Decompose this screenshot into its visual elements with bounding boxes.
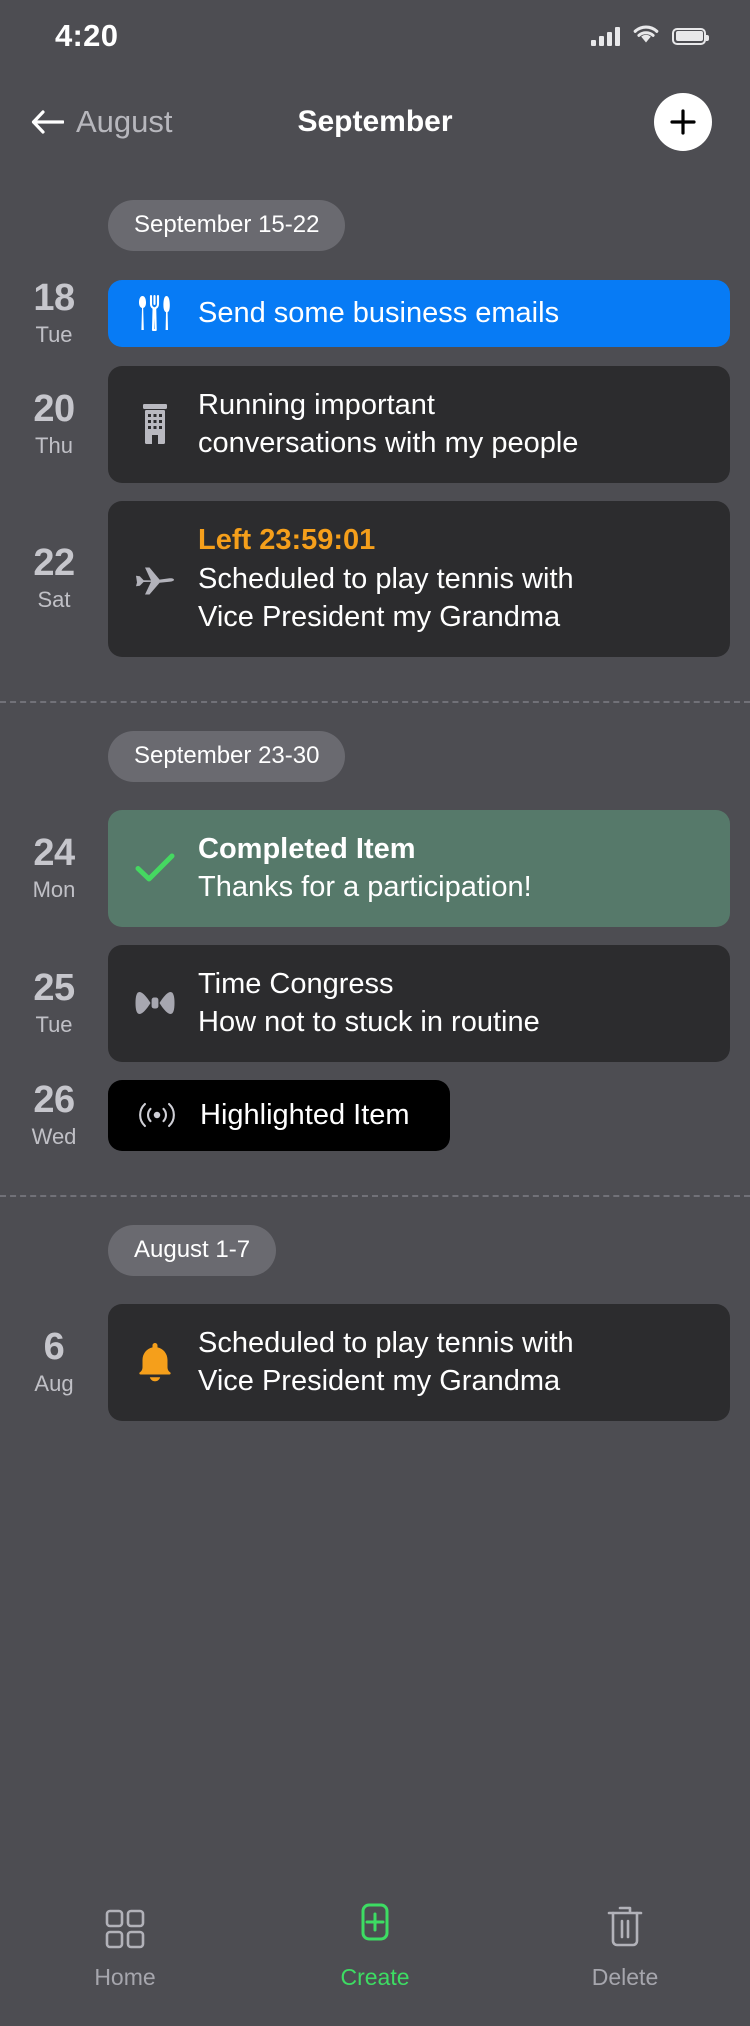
status-bar-time: 4:20 <box>55 18 119 53</box>
event-text: Completed Item Thanks for a participatio… <box>198 830 706 907</box>
agenda-section: September 23-30 24 Mon Completed Item Th <box>0 703 750 1197</box>
tab-delete[interactable]: Delete <box>535 1906 715 1991</box>
cutlery-icon <box>134 294 176 332</box>
cellular-signal-icon <box>591 26 620 46</box>
event-weekday: Tue <box>35 321 73 347</box>
event-day-number: 25 <box>33 966 75 1009</box>
add-event-button[interactable] <box>654 93 712 151</box>
app-header: August September <box>0 72 750 172</box>
bell-icon <box>134 1341 176 1383</box>
tab-create[interactable]: Create <box>285 1903 465 1991</box>
event-day-number: 24 <box>33 831 75 874</box>
tab-label: Delete <box>591 1964 659 1990</box>
office-building-icon <box>134 402 176 446</box>
event-text: Running important conversations with my … <box>198 386 706 463</box>
event-text: Send some business emails <box>198 294 706 333</box>
event-date: 18 Tue <box>0 277 108 348</box>
date-range-chip[interactable]: September 15-22 <box>108 200 346 251</box>
event-card[interactable]: Scheduled to play tennis with Vice Presi… <box>108 1303 730 1421</box>
event-line: Scheduled to play tennis with <box>198 1326 574 1359</box>
status-bar-icons <box>591 23 709 49</box>
event-line: Send some business emails <box>198 297 560 330</box>
event-day-number: 22 <box>33 542 75 585</box>
date-range-chip[interactable]: August 1-7 <box>108 1224 277 1276</box>
check-icon <box>134 852 176 884</box>
event-card-completed[interactable]: Completed Item Thanks for a participatio… <box>108 809 730 927</box>
event-weekday: Tue <box>35 1011 73 1037</box>
event-date: 25 Tue <box>0 966 108 1038</box>
status-bar: 4:20 <box>0 0 750 72</box>
event-text: Time Congress How not to stuck in routin… <box>198 965 706 1042</box>
event-day-number: 6 <box>43 1325 65 1368</box>
event-weekday: Thu <box>35 432 73 458</box>
event-date: 6 Aug <box>0 1325 108 1397</box>
plus-icon <box>668 107 698 137</box>
event-day-number: 18 <box>33 277 75 319</box>
event-line: Scheduled to play tennis with <box>198 562 574 595</box>
event-card[interactable]: Left 23:59:01 Scheduled to play tennis w… <box>108 501 730 657</box>
agenda-event-row[interactable]: 22 Sat Left 23:59:01 Scheduled to play t… <box>0 501 750 657</box>
event-title: Completed Item <box>198 832 416 865</box>
agenda-event-row[interactable]: 18 Tue Send some business emails <box>0 277 750 348</box>
event-date: 24 Mon <box>0 831 108 903</box>
agenda-event-row[interactable]: 26 Wed Highlighted Item <box>0 1080 750 1151</box>
event-line: Highlighted Item <box>200 1098 410 1131</box>
event-title: Time Congress <box>198 967 394 1000</box>
section-header-row: August 1-7 <box>0 1197 750 1286</box>
tab-home[interactable]: Home <box>35 1906 215 1991</box>
back-month-label: August <box>76 104 173 139</box>
section-divider <box>0 700 750 703</box>
event-line: Thanks for a participation! <box>198 871 532 904</box>
event-line: How not to stuck in routine <box>198 1006 540 1039</box>
event-weekday: Aug <box>34 1370 74 1396</box>
broadcast-icon <box>136 1098 178 1132</box>
agenda-event-row[interactable]: 20 Thu Running important conversations w… <box>0 365 750 484</box>
event-day-number: 20 <box>33 388 75 430</box>
event-text: Highlighted Item <box>200 1096 410 1135</box>
event-line: Running important <box>198 388 435 421</box>
agenda-list[interactable]: September 15-22 18 Tue Send some busines… <box>0 172 750 1890</box>
event-line: Vice President my Grandma <box>198 601 561 634</box>
airplane-icon <box>134 563 176 595</box>
event-day-number: 26 <box>33 1078 75 1121</box>
agenda-event-row[interactable]: 6 Aug Scheduled to play tennis with Vice… <box>0 1303 750 1421</box>
section-header-row: September 15-22 <box>0 172 750 261</box>
event-date: 20 Thu <box>0 388 108 459</box>
tab-label: Home <box>94 1964 156 1990</box>
event-date: 22 Sat <box>0 544 108 613</box>
section-divider <box>0 1194 750 1197</box>
event-card-wrapper: Highlighted Item <box>108 1079 450 1151</box>
event-weekday: Mon <box>32 876 76 902</box>
event-card-highlighted[interactable]: Highlighted Item <box>108 1079 450 1151</box>
event-line: Vice President my Grandma <box>198 1365 561 1398</box>
event-card[interactable]: Running important conversations with my … <box>108 365 730 484</box>
event-text: Scheduled to play tennis with Vice Presi… <box>198 1324 706 1401</box>
plus-square-icon <box>354 1903 396 1952</box>
wifi-icon <box>632 23 660 49</box>
event-card[interactable]: Time Congress How not to stuck in routin… <box>108 944 730 1062</box>
agenda-event-row[interactable]: 25 Tue Time Congress How not to stuck in… <box>0 944 750 1062</box>
battery-full-icon <box>672 27 709 45</box>
back-to-previous-month-button[interactable]: August <box>30 104 173 140</box>
event-weekday: Wed <box>31 1123 77 1149</box>
app-screen: 4:20 August September September 15-22 18… <box>0 0 750 2026</box>
arrow-left-icon <box>30 109 64 135</box>
date-range-chip[interactable]: September 23-30 <box>108 730 346 782</box>
trash-icon <box>604 1906 646 1952</box>
event-date: 26 Wed <box>0 1078 108 1150</box>
agenda-section: August 1-7 6 Aug Scheduled to play tenni… <box>0 1197 750 1421</box>
agenda-section: September 15-22 18 Tue Send some busines… <box>0 172 750 703</box>
event-line: conversations with my people <box>198 427 579 460</box>
event-weekday: Sat <box>37 587 71 613</box>
grid-icon <box>104 1906 146 1952</box>
bottom-navigation: Home Create Delete <box>0 1890 750 2026</box>
section-header-row: September 23-30 <box>0 703 750 792</box>
event-card[interactable]: Send some business emails <box>108 280 730 347</box>
tab-label: Create <box>340 1964 410 1990</box>
bowtie-icon <box>134 989 176 1017</box>
event-countdown: Left 23:59:01 <box>198 524 376 557</box>
event-text: Left 23:59:01 Scheduled to play tennis w… <box>198 521 706 637</box>
agenda-event-row[interactable]: 24 Mon Completed Item Thanks for a parti… <box>0 809 750 927</box>
